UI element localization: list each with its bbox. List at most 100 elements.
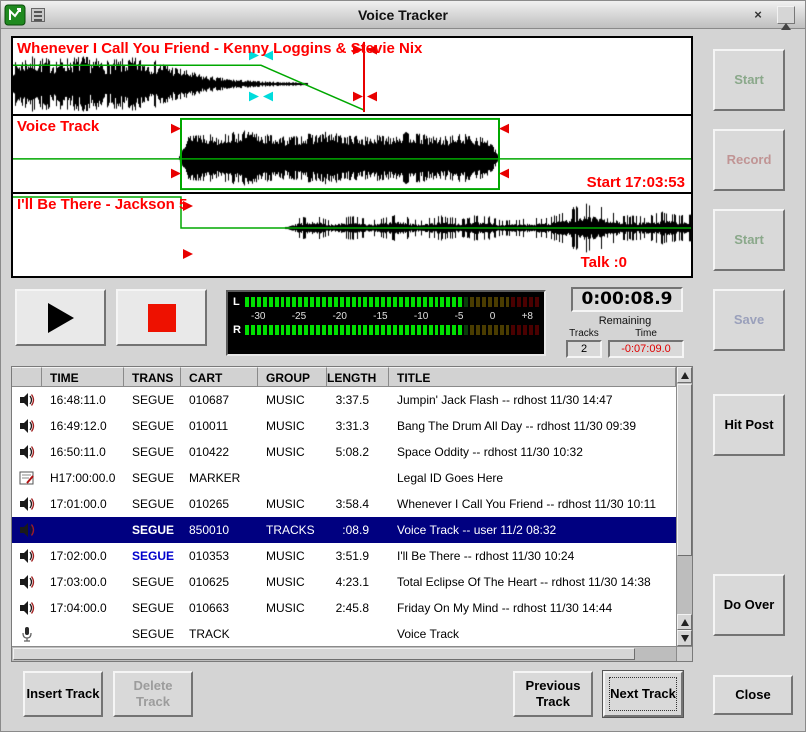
meter-segment	[275, 325, 279, 335]
cell-title: Space Oddity -- rdhost 11/30 10:32	[389, 445, 676, 459]
meter-segment	[322, 297, 326, 307]
insert-track-button[interactable]: Insert Track	[23, 671, 103, 717]
stop-button[interactable]	[116, 289, 207, 346]
log-row[interactable]: 17:04:00.0SEGUE010663MUSIC2:45.8Friday O…	[12, 595, 676, 621]
talk-marker[interactable]	[249, 92, 259, 102]
meter-segment	[387, 325, 391, 335]
next-track-button[interactable]: Next Track	[603, 671, 683, 717]
start-marker[interactable]	[171, 169, 181, 179]
meter-segment	[286, 325, 290, 335]
log-row[interactable]: 16:50:11.0SEGUE010422MUSIC5:08.2Space Od…	[12, 439, 676, 465]
hit-post-button[interactable]: Hit Post	[713, 394, 785, 456]
end-marker[interactable]	[499, 169, 509, 179]
cell-title: Total Eclipse Of The Heart -- rdhost 11/…	[389, 575, 676, 589]
meter-scale-label: -10	[414, 311, 428, 323]
meter-segment	[446, 297, 450, 307]
log-row[interactable]: 16:49:12.0SEGUE010011MUSIC3:31.3Bang The…	[12, 413, 676, 439]
meter-segment	[429, 325, 433, 335]
cell-length: 5:08.2	[327, 445, 389, 459]
vertical-scrollbar-thumb[interactable]	[677, 384, 692, 556]
meter-scale-label: -15	[373, 311, 387, 323]
meter-segment	[476, 297, 480, 307]
waveform-panel: Whenever I Call You Friend - Kenny Loggi…	[11, 36, 693, 278]
cell-trans: SEGUE	[124, 445, 181, 459]
meter-segment	[381, 325, 385, 335]
meter-segment	[446, 325, 450, 335]
waveform-track-3[interactable]: I'll Be There - Jackson 5 Talk :0	[13, 194, 691, 272]
meter-segment	[511, 325, 515, 335]
shade-icon[interactable]	[777, 6, 795, 24]
previous-track-button[interactable]: Previous Track	[513, 671, 593, 717]
scroll-down-button[interactable]	[677, 630, 692, 646]
start-marker[interactable]	[171, 124, 181, 134]
delete-track-button[interactable]: Delete Track	[113, 671, 193, 717]
fade-line[interactable]	[13, 65, 364, 110]
column-header-cart[interactable]: CART	[181, 367, 258, 387]
column-header-group[interactable]: GROUP	[258, 367, 327, 387]
horizontal-scrollbar-thumb[interactable]	[13, 648, 635, 660]
cell-length: 3:37.5	[327, 393, 389, 407]
log-row[interactable]: SEGUE850010TRACKS:08.9Voice Track -- use…	[12, 517, 676, 543]
cell-group: MUSIC	[258, 419, 327, 433]
play-button[interactable]	[15, 289, 106, 346]
do-over-button[interactable]: Do Over	[713, 574, 785, 636]
waveform-track-1[interactable]: Whenever I Call You Friend - Kenny Loggi…	[13, 38, 691, 116]
log-row[interactable]: 17:02:00.0SEGUE010353MUSIC3:51.9I'll Be …	[12, 543, 676, 569]
talk-marker[interactable]	[263, 92, 273, 102]
meter-segment	[470, 297, 474, 307]
log-row[interactable]: H17:00:00.0SEGUEMARKERLegal ID Goes Here	[12, 465, 676, 491]
save-button[interactable]: Save	[713, 289, 785, 351]
column-header-trans[interactable]: TRANS	[124, 367, 181, 387]
scroll-up-button[interactable]	[677, 367, 692, 383]
meter-segment	[375, 325, 379, 335]
meter-segment	[464, 325, 468, 335]
meter-segment	[494, 297, 498, 307]
meter-segment	[523, 325, 527, 335]
cell-cart: TRACK	[181, 627, 258, 641]
start-next-button[interactable]: Start	[713, 209, 785, 271]
column-header-time[interactable]: TIME	[42, 367, 124, 387]
column-header-length[interactable]: LENGTH	[327, 367, 389, 387]
voice-tracker-window: Voice Tracker × Whenever I Call You Frie…	[0, 0, 806, 732]
cell-time: 16:48:11.0	[42, 393, 124, 407]
audio-level-meter: L -30-25-20-15-10-50+8 R	[226, 290, 546, 356]
horizontal-scrollbar[interactable]	[12, 646, 676, 661]
end-marker[interactable]	[499, 124, 509, 134]
remaining-time-value: -0:07:09.0	[608, 340, 684, 358]
cell-cart: 010265	[181, 497, 258, 511]
titlebar[interactable]: Voice Tracker ×	[1, 1, 805, 29]
close-button[interactable]: Close	[713, 675, 793, 715]
vertical-scrollbar[interactable]	[676, 367, 692, 646]
column-header-title[interactable]: TITLE	[389, 367, 676, 387]
start-previous-button[interactable]: Start	[713, 49, 785, 111]
waveform-track-2[interactable]: Voice Track Start 17:03:53	[13, 116, 691, 194]
cell-group: TRACKS	[258, 523, 327, 537]
meter-scale-label: -25	[292, 311, 306, 323]
scroll-up-button-2[interactable]	[677, 614, 692, 630]
log-row[interactable]: 16:48:11.0SEGUE010687MUSIC3:37.5Jumpin' …	[12, 387, 676, 413]
log-row[interactable]: SEGUETRACKVoice Track	[12, 621, 676, 646]
meter-segment	[298, 325, 302, 335]
cell-time: 17:01:00.0	[42, 497, 124, 511]
meter-scale-label: -5	[455, 311, 464, 323]
meter-segment	[399, 297, 403, 307]
start-marker[interactable]	[183, 249, 193, 259]
log-row[interactable]: 17:01:00.0SEGUE010265MUSIC3:58.4Whenever…	[12, 491, 676, 517]
cell-title: Voice Track	[389, 627, 676, 641]
meter-segment	[310, 325, 314, 335]
meter-segment	[316, 297, 320, 307]
track-region-box[interactable]	[181, 119, 499, 189]
end-marker[interactable]	[353, 92, 363, 102]
meter-segment	[458, 297, 462, 307]
cell-trans: SEGUE	[124, 523, 181, 537]
meter-segment	[506, 325, 510, 335]
cell-cart: 010663	[181, 601, 258, 615]
log-row[interactable]: 17:03:00.0SEGUE010625MUSIC4:23.1Total Ec…	[12, 569, 676, 595]
column-header-icon[interactable]	[12, 367, 42, 387]
end-marker[interactable]	[367, 92, 377, 102]
record-button[interactable]: Record	[713, 129, 785, 191]
cell-group: MUSIC	[258, 575, 327, 589]
close-icon[interactable]: ×	[749, 6, 767, 24]
meter-segment	[263, 325, 267, 335]
meter-segment	[292, 325, 296, 335]
